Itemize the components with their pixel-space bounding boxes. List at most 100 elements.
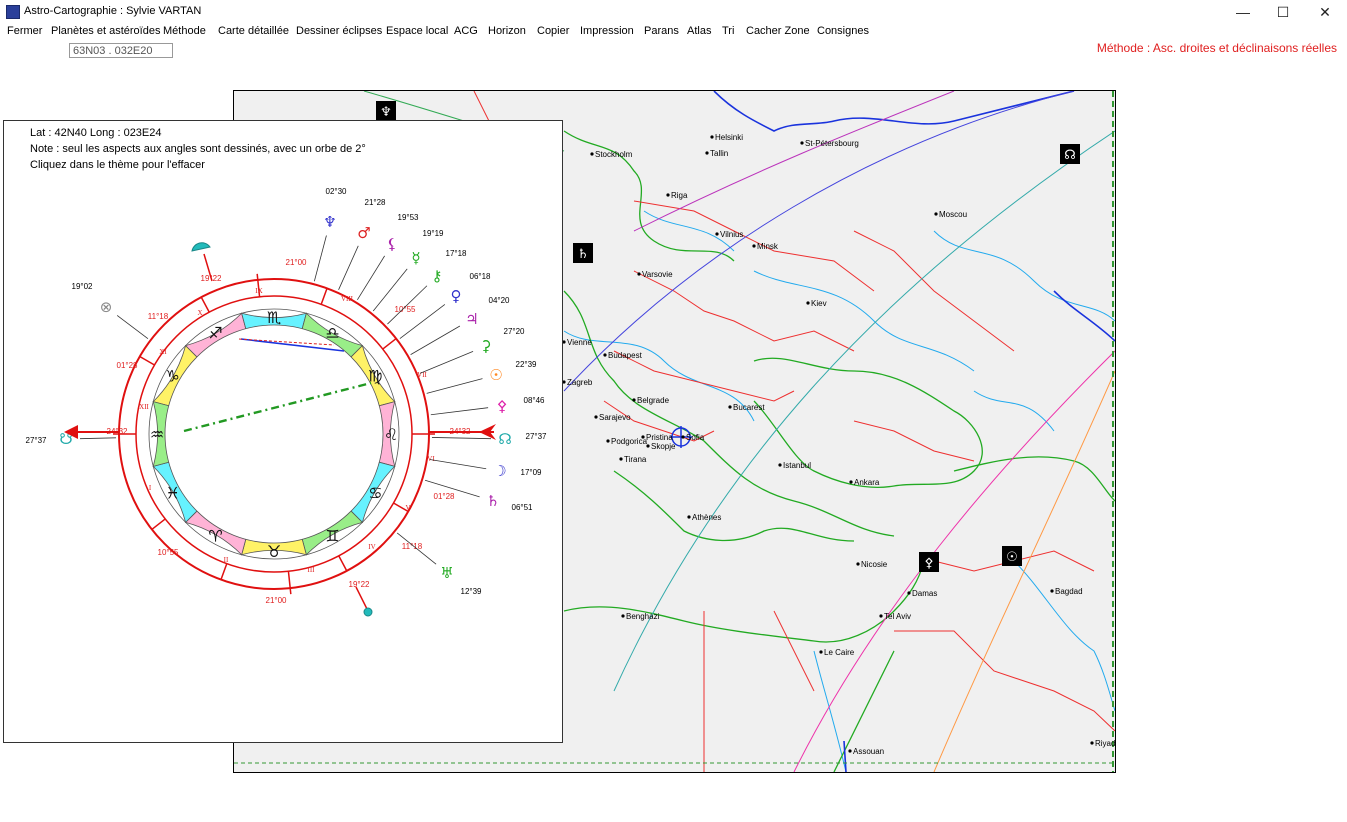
menu-parans[interactable]: Parans <box>644 25 679 37</box>
house-degree-label: 10°55 <box>158 548 180 557</box>
city-label: Tallin <box>705 149 728 158</box>
planet-degree-label: 19°02 <box>72 282 94 291</box>
planet-degree-label: 22°39 <box>516 360 538 369</box>
map-planet-marker-icon[interactable]: ⚴ <box>919 552 939 572</box>
planet-degree-label: 27°37 <box>526 432 548 441</box>
house-degree-label: 19°22 <box>349 580 371 589</box>
map-coastlines <box>563 130 1115 772</box>
title-bar: Astro-Cartographie : Sylvie VARTAN — ☐ ✕ <box>0 0 1347 24</box>
svg-text:Sarajevo: Sarajevo <box>599 413 631 422</box>
menu-acg[interactable]: ACG <box>454 25 478 37</box>
method-label: Méthode : Asc. droites et déclinaisons r… <box>1096 41 1337 55</box>
app-icon <box>6 5 20 19</box>
menu-tri[interactable]: Tri <box>722 25 734 37</box>
city-label: Tel Aviv <box>879 612 911 621</box>
planet-icon: ♃ <box>465 310 478 328</box>
planet-icon: ⚴ <box>497 397 508 415</box>
natal-chart-wheel[interactable]: ♑♐♏♎♍♌♋♊♉♈♓♒ 24°3201°2811°1819°2221°0010… <box>4 121 562 742</box>
city-label: Bucarest <box>728 403 765 412</box>
coordinates-field[interactable]: 63N03 . 032E20 <box>69 43 173 58</box>
natal-chart-panel[interactable]: Lat : 42N40 Long : 023E24 Note : seul le… <box>3 120 563 743</box>
planet-degree-label: 27°20 <box>504 327 526 336</box>
city-label: Riga <box>666 191 688 200</box>
house-numeral: IV <box>368 543 375 551</box>
svg-text:♆: ♆ <box>380 105 392 120</box>
city-label: Vienne <box>562 338 592 347</box>
map-russia-coast <box>713 91 1115 772</box>
city-label: Ankara <box>849 478 880 487</box>
planet-position: ♃ 04°20 <box>465 296 510 328</box>
planet-position: ☉ 22°39 <box>489 360 537 384</box>
menu-impression[interactable]: Impression <box>580 25 634 37</box>
house-numeral: XI <box>159 348 167 356</box>
planet-icon: ♀ <box>451 287 462 305</box>
menu-cacher-zone[interactable]: Cacher Zone <box>746 25 810 37</box>
map-planet-marker-icon[interactable]: ♆ <box>376 101 396 121</box>
house-degree-label: 01°28 <box>117 361 139 370</box>
planet-position: ♅ 12°39 <box>440 564 482 596</box>
menu-copier[interactable]: Copier <box>537 25 569 37</box>
svg-text:♌: ♌ <box>384 425 398 444</box>
map-planet-marker-icon[interactable]: ☉ <box>1002 546 1022 566</box>
planet-icon: ♅ <box>440 564 453 582</box>
city-label: Assouan <box>848 747 884 756</box>
planet-degree-label: 02°30 <box>326 187 348 196</box>
planet-degree-label: 17°18 <box>446 249 468 258</box>
menu-fermer[interactable]: Fermer <box>7 25 42 37</box>
city-label: Helsinki <box>710 133 743 142</box>
city-label: Benghazi <box>621 612 660 621</box>
planet-icon: ♂ <box>357 224 370 242</box>
minimize-button[interactable]: — <box>1223 0 1263 24</box>
house-degree-label: 11°18 <box>148 312 169 321</box>
svg-text:Riyad: Riyad <box>1095 739 1115 748</box>
menu-planetes[interactable]: Planètes et astéroïdes <box>51 25 160 37</box>
svg-text:Belgrade: Belgrade <box>637 396 670 405</box>
menu-atlas[interactable]: Atlas <box>687 25 711 37</box>
menu-consignes[interactable]: Consignes <box>817 25 869 37</box>
menu-horizon[interactable]: Horizon <box>488 25 526 37</box>
planet-degree-label: 27°37 <box>26 436 48 445</box>
city-label: Sarajevo <box>594 413 631 422</box>
svg-text:Stockholm: Stockholm <box>595 150 633 159</box>
svg-text:Varsovie: Varsovie <box>642 270 673 279</box>
planet-icon: ⊗ <box>100 298 113 316</box>
svg-text:♏: ♏ <box>267 308 281 327</box>
svg-text:☉: ☉ <box>1006 550 1018 565</box>
city-label: Podgorica <box>606 437 648 446</box>
maximize-button[interactable]: ☐ <box>1263 0 1303 24</box>
svg-text:Zagreb: Zagreb <box>567 378 593 387</box>
planet-degree-label: 08°46 <box>524 396 546 405</box>
menu-methode[interactable]: Méthode <box>163 25 206 37</box>
city-label: Tirana <box>619 455 647 464</box>
window-title: Astro-Cartographie : Sylvie VARTAN <box>24 5 202 17</box>
planet-icon: ♆ <box>323 213 336 231</box>
svg-text:Podgorica: Podgorica <box>611 437 648 446</box>
menu-espace-local[interactable]: Espace local <box>386 25 448 37</box>
planet-position: ♆ 02°30 <box>323 187 347 231</box>
svg-text:⚴: ⚴ <box>924 556 934 571</box>
house-degree-label: 21°00 <box>286 258 308 267</box>
ic-marker <box>355 586 373 617</box>
city-label: Athènes <box>687 513 721 522</box>
menu-carte-detaillee[interactable]: Carte détaillée <box>218 25 289 37</box>
svg-text:Helsinki: Helsinki <box>715 133 743 142</box>
city-label: Zagreb <box>562 378 593 387</box>
svg-text:☊: ☊ <box>1064 148 1076 163</box>
house-numeral: I <box>149 484 152 492</box>
house-numeral: VI <box>427 455 435 463</box>
map-borders <box>473 91 1115 772</box>
close-button[interactable]: ✕ <box>1305 0 1345 24</box>
map-planet-marker-icon[interactable]: ☊ <box>1060 144 1080 164</box>
city-label: St-Pétersbourg <box>800 139 859 148</box>
house-numeral: II <box>224 556 229 564</box>
city-label: Stockholm <box>590 150 633 159</box>
map-planet-marker-icon[interactable]: ♄ <box>573 243 593 263</box>
svg-text:Damas: Damas <box>912 589 937 598</box>
svg-text:Le Caire: Le Caire <box>824 648 855 657</box>
city-label: Budapest <box>603 351 643 360</box>
planet-position: ☊ 27°37 <box>498 430 547 448</box>
menu-dessiner-eclipses[interactable]: Dessiner éclipses <box>296 25 382 37</box>
city-label: Istanbul <box>778 461 811 470</box>
svg-text:Ankara: Ankara <box>854 478 880 487</box>
house-degree-label: 21°00 <box>266 596 288 605</box>
